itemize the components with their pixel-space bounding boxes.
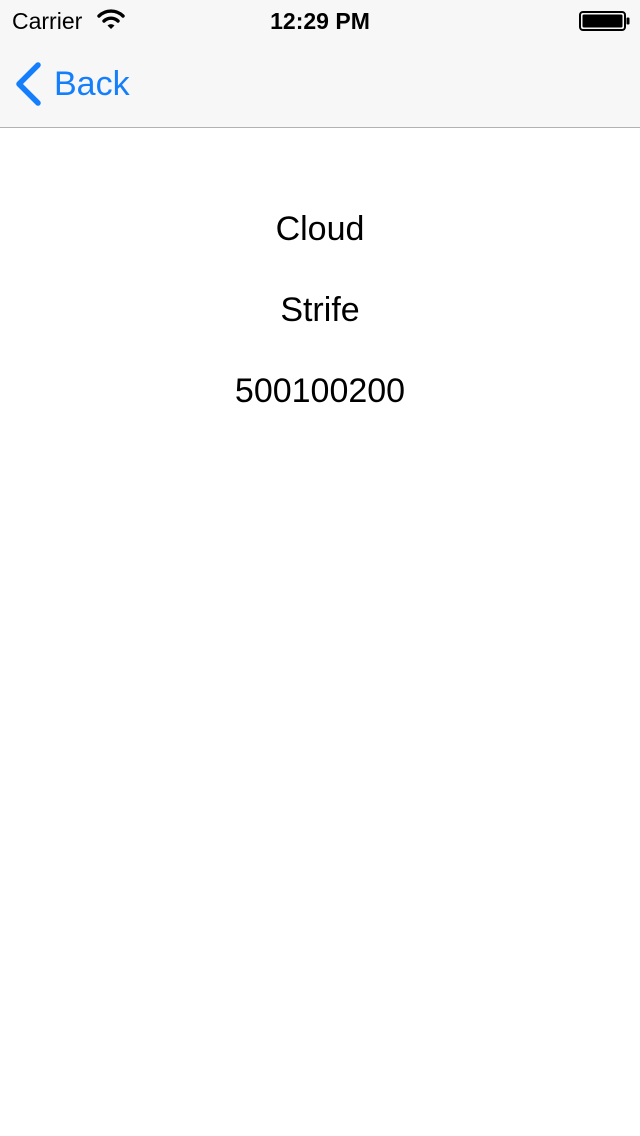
- first-name-label: Cloud: [275, 210, 365, 248]
- chevron-left-icon: [16, 62, 41, 106]
- battery-icon: [579, 11, 630, 31]
- back-button-label: Back: [54, 65, 130, 103]
- last-name-label: Strife: [280, 291, 360, 329]
- status-time: 12:29 PM: [270, 8, 370, 34]
- back-button[interactable]: Back: [14, 60, 130, 108]
- number-label: 500100200: [234, 372, 406, 410]
- navigation-bar: Carrier 12:29 PM Back: [0, 0, 640, 128]
- status-bar: Carrier 12:29 PM: [0, 0, 640, 40]
